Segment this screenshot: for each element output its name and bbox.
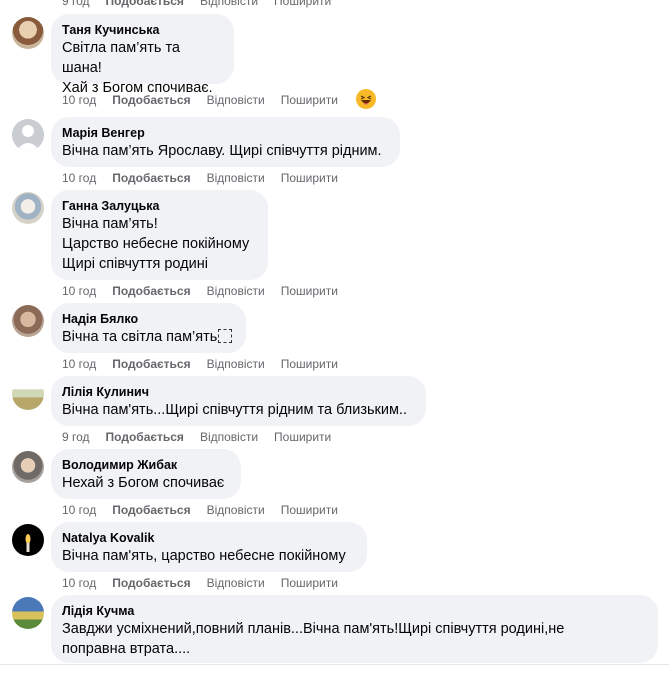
comment-actions: 10 год Подобається Відповісти Поширити (62, 576, 338, 590)
comment-text: Вічна пам’ять Ярославу. Щирі співчуття р… (62, 143, 382, 159)
comment-author[interactable]: Марія Венгер (62, 125, 388, 141)
like-button[interactable]: Подобається (112, 171, 190, 185)
comment-text: Вічна пам'ять...Щирі співчуття рідним та… (62, 402, 407, 418)
avatar[interactable] (12, 378, 44, 410)
comment-bubble: Надія Бялко Вічна та світла пам’ять (51, 303, 246, 353)
comment-text: Вічна пам’ять! Царство небесне покійному… (62, 216, 250, 272)
share-button[interactable]: Поширити (274, 430, 331, 444)
comment-bubble: Володимир Жибак Нехай з Богом спочиває (51, 449, 241, 499)
previous-comment-actions: 9 год Подобається Відповісти Поширити (62, 0, 331, 8)
comment-bubble: Лідія Кучма Завджи усміхнений,повний пла… (51, 595, 658, 663)
comment-time[interactable]: 10 год (62, 171, 96, 185)
share-button[interactable]: Поширити (281, 357, 338, 371)
reply-button[interactable]: Відповісти (207, 576, 265, 590)
comment-actions: 10 год Подобається Відповісти Поширити (62, 284, 338, 298)
comment-actions: 10 год Подобається Відповісти Поширити (62, 503, 338, 517)
reply-button[interactable]: Відповісти (207, 503, 265, 517)
comment-text: Завджи усміхнений,повний планів...Вічна … (62, 621, 565, 657)
divider (0, 664, 669, 665)
reply-button[interactable]: Відповісти (207, 284, 265, 298)
laughing-emoji-icon[interactable] (356, 89, 376, 109)
like-button[interactable]: Подобається (112, 284, 190, 298)
avatar[interactable] (12, 17, 44, 49)
avatar[interactable] (12, 192, 44, 224)
like-button[interactable]: Подобається (112, 503, 190, 517)
like-button[interactable]: Подобається (112, 357, 190, 371)
comment-time[interactable]: 10 год (62, 284, 96, 298)
reply-button[interactable]: Відповісти (207, 357, 265, 371)
avatar[interactable] (12, 305, 44, 337)
reply-button[interactable]: Відповісти (200, 430, 258, 444)
share-button[interactable]: Поширити (274, 0, 331, 8)
reply-button[interactable]: Відповісти (207, 93, 265, 107)
comment-actions: 10 год Подобається Відповісти Поширити (62, 357, 338, 371)
comment-author[interactable]: Ганна Залуцька (62, 198, 256, 214)
comment-text: Нехай з Богом спочиває (62, 475, 225, 491)
share-button[interactable]: Поширити (281, 284, 338, 298)
comment-bubble: Ганна Залуцька Вічна пам’ять! Царство не… (51, 190, 268, 280)
avatar[interactable] (12, 119, 44, 151)
comment-author[interactable]: Лілія Кулинич (62, 384, 414, 400)
comment-time[interactable]: 10 год (62, 503, 96, 517)
comment-time[interactable]: 10 год (62, 93, 96, 107)
candle-emoji-icon (218, 329, 233, 343)
comment-bubble: Natalya Kovalik Вічна пам'ять, царство н… (51, 522, 367, 572)
like-button[interactable]: Подобається (106, 0, 184, 8)
avatar[interactable] (12, 597, 44, 629)
reply-button[interactable]: Відповісти (207, 171, 265, 185)
comment-text: Вічна та світла пам’ять (62, 327, 234, 347)
reply-button[interactable]: Відповісти (200, 0, 258, 8)
share-button[interactable]: Поширити (281, 576, 338, 590)
avatar[interactable] (12, 524, 44, 556)
comment-text: Вічна пам'ять, царство небесне покійному (62, 548, 346, 564)
share-button[interactable]: Поширити (281, 171, 338, 185)
comment-bubble: Марія Венгер Вічна пам’ять Ярославу. Щир… (51, 117, 400, 167)
comment-time[interactable]: 10 год (62, 357, 96, 371)
like-button[interactable]: Подобається (106, 430, 184, 444)
share-button[interactable]: Поширити (281, 93, 338, 107)
share-button[interactable]: Поширити (281, 503, 338, 517)
comment-time[interactable]: 9 год (62, 430, 90, 444)
like-button[interactable]: Подобається (112, 93, 190, 107)
comment-time[interactable]: 10 год (62, 576, 96, 590)
avatar[interactable] (12, 451, 44, 483)
like-button[interactable]: Подобається (112, 576, 190, 590)
comment-bubble: Лілія Кулинич Вічна пам'ять...Щирі співч… (51, 376, 426, 426)
comment-actions: 10 год Подобається Відповісти Поширити (62, 93, 338, 107)
comment-author[interactable]: Таня Кучинська (62, 22, 222, 38)
comment-bubble: Таня Кучинська Світла пам’ять та шана! Х… (51, 14, 234, 96)
comment-actions: 10 год Подобається Відповісти Поширити (62, 171, 338, 185)
comment-text: Світла пам’ять та шана! Хай з Богом споч… (62, 40, 213, 96)
comment-author[interactable]: Лідія Кучма (62, 603, 646, 619)
comment-author[interactable]: Володимир Жибак (62, 457, 229, 473)
comment-author[interactable]: Надія Бялко (62, 311, 234, 327)
comment-author[interactable]: Natalya Kovalik (62, 530, 355, 546)
comment-time[interactable]: 9 год (62, 0, 90, 8)
comment-actions: 9 год Подобається Відповісти Поширити (62, 430, 331, 444)
